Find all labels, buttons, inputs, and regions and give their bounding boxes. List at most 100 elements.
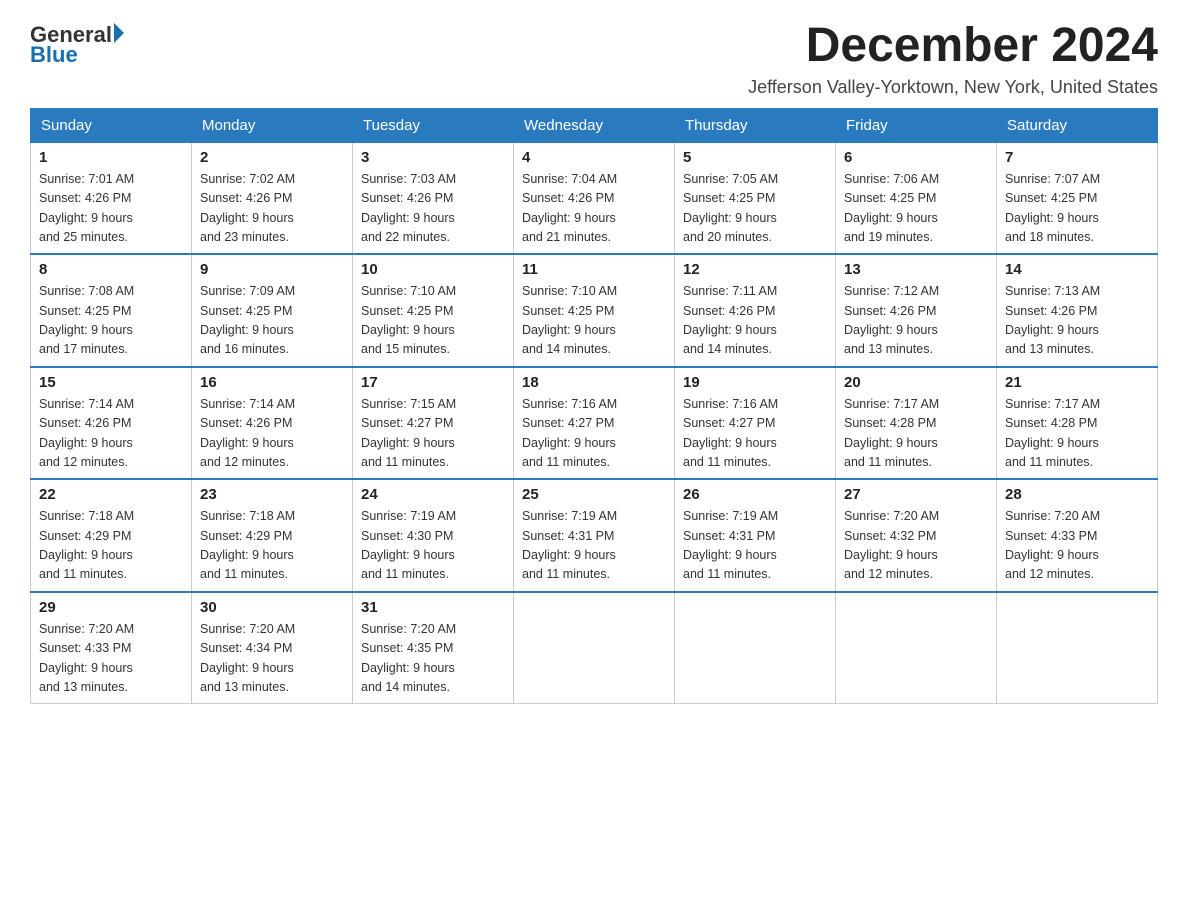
calendar-cell: 17 Sunrise: 7:15 AM Sunset: 4:27 PM Dayl… xyxy=(353,367,514,480)
day-info: Sunrise: 7:12 AM Sunset: 4:26 PM Dayligh… xyxy=(844,282,988,360)
col-header-wednesday: Wednesday xyxy=(514,108,675,142)
logo-blue: Blue xyxy=(30,44,78,66)
day-number: 22 xyxy=(39,486,183,503)
calendar-cell: 24 Sunrise: 7:19 AM Sunset: 4:30 PM Dayl… xyxy=(353,479,514,592)
calendar-cell: 14 Sunrise: 7:13 AM Sunset: 4:26 PM Dayl… xyxy=(997,254,1158,367)
day-number: 20 xyxy=(844,374,988,391)
calendar-table: SundayMondayTuesdayWednesdayThursdayFrid… xyxy=(30,108,1158,705)
day-number: 13 xyxy=(844,261,988,278)
day-number: 1 xyxy=(39,149,183,166)
day-info: Sunrise: 7:20 AM Sunset: 4:33 PM Dayligh… xyxy=(39,620,183,698)
day-number: 30 xyxy=(200,599,344,616)
day-number: 29 xyxy=(39,599,183,616)
calendar-cell: 10 Sunrise: 7:10 AM Sunset: 4:25 PM Dayl… xyxy=(353,254,514,367)
day-number: 21 xyxy=(1005,374,1149,391)
calendar-cell: 13 Sunrise: 7:12 AM Sunset: 4:26 PM Dayl… xyxy=(836,254,997,367)
day-number: 26 xyxy=(683,486,827,503)
day-info: Sunrise: 7:19 AM Sunset: 4:31 PM Dayligh… xyxy=(522,507,666,585)
calendar-cell: 26 Sunrise: 7:19 AM Sunset: 4:31 PM Dayl… xyxy=(675,479,836,592)
week-row-5: 29 Sunrise: 7:20 AM Sunset: 4:33 PM Dayl… xyxy=(31,592,1158,704)
day-number: 11 xyxy=(522,261,666,278)
day-info: Sunrise: 7:19 AM Sunset: 4:31 PM Dayligh… xyxy=(683,507,827,585)
day-info: Sunrise: 7:19 AM Sunset: 4:30 PM Dayligh… xyxy=(361,507,505,585)
day-number: 4 xyxy=(522,149,666,166)
day-number: 28 xyxy=(1005,486,1149,503)
calendar-cell: 3 Sunrise: 7:03 AM Sunset: 4:26 PM Dayli… xyxy=(353,142,514,254)
day-info: Sunrise: 7:04 AM Sunset: 4:26 PM Dayligh… xyxy=(522,170,666,248)
calendar-cell: 30 Sunrise: 7:20 AM Sunset: 4:34 PM Dayl… xyxy=(192,592,353,704)
calendar-cell: 19 Sunrise: 7:16 AM Sunset: 4:27 PM Dayl… xyxy=(675,367,836,480)
location-subtitle: Jefferson Valley-Yorktown, New York, Uni… xyxy=(748,77,1158,98)
col-header-tuesday: Tuesday xyxy=(353,108,514,142)
calendar-cell xyxy=(514,592,675,704)
day-number: 19 xyxy=(683,374,827,391)
day-info: Sunrise: 7:15 AM Sunset: 4:27 PM Dayligh… xyxy=(361,395,505,473)
month-title: December 2024 xyxy=(748,20,1158,73)
calendar-cell xyxy=(997,592,1158,704)
day-info: Sunrise: 7:07 AM Sunset: 4:25 PM Dayligh… xyxy=(1005,170,1149,248)
day-info: Sunrise: 7:09 AM Sunset: 4:25 PM Dayligh… xyxy=(200,282,344,360)
calendar-cell: 20 Sunrise: 7:17 AM Sunset: 4:28 PM Dayl… xyxy=(836,367,997,480)
calendar-cell: 4 Sunrise: 7:04 AM Sunset: 4:26 PM Dayli… xyxy=(514,142,675,254)
day-info: Sunrise: 7:13 AM Sunset: 4:26 PM Dayligh… xyxy=(1005,282,1149,360)
title-area: December 2024 Jefferson Valley-Yorktown,… xyxy=(748,20,1158,98)
page-header: General Blue December 2024 Jefferson Val… xyxy=(30,20,1158,98)
day-number: 3 xyxy=(361,149,505,166)
calendar-cell: 15 Sunrise: 7:14 AM Sunset: 4:26 PM Dayl… xyxy=(31,367,192,480)
calendar-cell: 22 Sunrise: 7:18 AM Sunset: 4:29 PM Dayl… xyxy=(31,479,192,592)
day-number: 27 xyxy=(844,486,988,503)
day-number: 10 xyxy=(361,261,505,278)
week-row-4: 22 Sunrise: 7:18 AM Sunset: 4:29 PM Dayl… xyxy=(31,479,1158,592)
day-info: Sunrise: 7:20 AM Sunset: 4:35 PM Dayligh… xyxy=(361,620,505,698)
calendar-cell: 9 Sunrise: 7:09 AM Sunset: 4:25 PM Dayli… xyxy=(192,254,353,367)
calendar-cell: 18 Sunrise: 7:16 AM Sunset: 4:27 PM Dayl… xyxy=(514,367,675,480)
day-number: 24 xyxy=(361,486,505,503)
day-info: Sunrise: 7:17 AM Sunset: 4:28 PM Dayligh… xyxy=(844,395,988,473)
day-number: 6 xyxy=(844,149,988,166)
col-header-friday: Friday xyxy=(836,108,997,142)
day-info: Sunrise: 7:18 AM Sunset: 4:29 PM Dayligh… xyxy=(39,507,183,585)
day-info: Sunrise: 7:16 AM Sunset: 4:27 PM Dayligh… xyxy=(522,395,666,473)
day-info: Sunrise: 7:05 AM Sunset: 4:25 PM Dayligh… xyxy=(683,170,827,248)
day-info: Sunrise: 7:20 AM Sunset: 4:33 PM Dayligh… xyxy=(1005,507,1149,585)
day-info: Sunrise: 7:20 AM Sunset: 4:34 PM Dayligh… xyxy=(200,620,344,698)
calendar-cell xyxy=(675,592,836,704)
day-info: Sunrise: 7:20 AM Sunset: 4:32 PM Dayligh… xyxy=(844,507,988,585)
calendar-cell: 23 Sunrise: 7:18 AM Sunset: 4:29 PM Dayl… xyxy=(192,479,353,592)
day-info: Sunrise: 7:16 AM Sunset: 4:27 PM Dayligh… xyxy=(683,395,827,473)
day-info: Sunrise: 7:17 AM Sunset: 4:28 PM Dayligh… xyxy=(1005,395,1149,473)
day-info: Sunrise: 7:14 AM Sunset: 4:26 PM Dayligh… xyxy=(39,395,183,473)
calendar-cell: 25 Sunrise: 7:19 AM Sunset: 4:31 PM Dayl… xyxy=(514,479,675,592)
day-info: Sunrise: 7:14 AM Sunset: 4:26 PM Dayligh… xyxy=(200,395,344,473)
day-number: 16 xyxy=(200,374,344,391)
calendar-cell: 16 Sunrise: 7:14 AM Sunset: 4:26 PM Dayl… xyxy=(192,367,353,480)
day-headers-row: SundayMondayTuesdayWednesdayThursdayFrid… xyxy=(31,108,1158,142)
calendar-cell: 5 Sunrise: 7:05 AM Sunset: 4:25 PM Dayli… xyxy=(675,142,836,254)
day-number: 18 xyxy=(522,374,666,391)
day-info: Sunrise: 7:10 AM Sunset: 4:25 PM Dayligh… xyxy=(522,282,666,360)
col-header-saturday: Saturday xyxy=(997,108,1158,142)
day-number: 7 xyxy=(1005,149,1149,166)
calendar-cell: 28 Sunrise: 7:20 AM Sunset: 4:33 PM Dayl… xyxy=(997,479,1158,592)
day-number: 31 xyxy=(361,599,505,616)
week-row-3: 15 Sunrise: 7:14 AM Sunset: 4:26 PM Dayl… xyxy=(31,367,1158,480)
calendar-cell: 8 Sunrise: 7:08 AM Sunset: 4:25 PM Dayli… xyxy=(31,254,192,367)
day-number: 23 xyxy=(200,486,344,503)
week-row-2: 8 Sunrise: 7:08 AM Sunset: 4:25 PM Dayli… xyxy=(31,254,1158,367)
calendar-cell: 31 Sunrise: 7:20 AM Sunset: 4:35 PM Dayl… xyxy=(353,592,514,704)
day-number: 12 xyxy=(683,261,827,278)
col-header-thursday: Thursday xyxy=(675,108,836,142)
day-info: Sunrise: 7:11 AM Sunset: 4:26 PM Dayligh… xyxy=(683,282,827,360)
day-number: 25 xyxy=(522,486,666,503)
calendar-cell: 29 Sunrise: 7:20 AM Sunset: 4:33 PM Dayl… xyxy=(31,592,192,704)
day-number: 14 xyxy=(1005,261,1149,278)
calendar-cell: 6 Sunrise: 7:06 AM Sunset: 4:25 PM Dayli… xyxy=(836,142,997,254)
calendar-cell: 11 Sunrise: 7:10 AM Sunset: 4:25 PM Dayl… xyxy=(514,254,675,367)
calendar-cell: 12 Sunrise: 7:11 AM Sunset: 4:26 PM Dayl… xyxy=(675,254,836,367)
day-info: Sunrise: 7:10 AM Sunset: 4:25 PM Dayligh… xyxy=(361,282,505,360)
calendar-cell xyxy=(836,592,997,704)
day-number: 8 xyxy=(39,261,183,278)
day-number: 2 xyxy=(200,149,344,166)
week-row-1: 1 Sunrise: 7:01 AM Sunset: 4:26 PM Dayli… xyxy=(31,142,1158,254)
day-info: Sunrise: 7:18 AM Sunset: 4:29 PM Dayligh… xyxy=(200,507,344,585)
